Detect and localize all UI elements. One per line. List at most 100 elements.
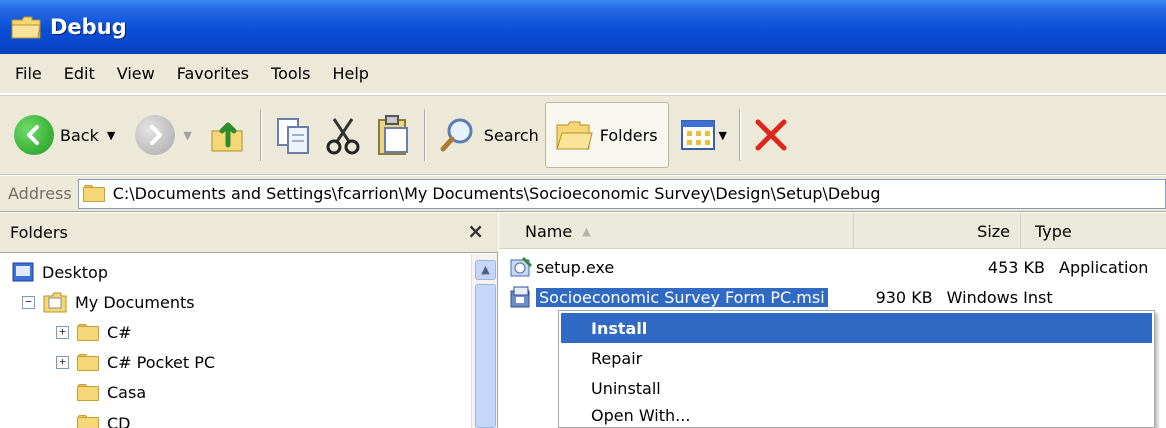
menu-view[interactable]: View: [106, 64, 166, 83]
context-menu-label: Install: [591, 318, 648, 338]
scroll-up-arrow-icon[interactable]: ▲: [475, 260, 496, 280]
paste-button[interactable]: [368, 103, 418, 167]
forward-button[interactable]: ▼: [121, 103, 197, 167]
context-menu-open-with[interactable]: Open With...: [561, 403, 1152, 427]
collapse-icon[interactable]: −: [22, 295, 35, 309]
tree-item-desktop[interactable]: Desktop: [12, 257, 108, 287]
folder-icon: [77, 353, 99, 371]
folders-pane: Folders × Desktop − My Documents + C# + …: [0, 213, 498, 428]
sort-ascending-icon: ▲: [582, 224, 591, 238]
file-size: 930 KB: [875, 287, 933, 307]
menu-file[interactable]: File: [4, 64, 53, 83]
folders-icon: [556, 121, 593, 150]
toolbar: Back ▼ ▼ Search Folders ▼: [0, 95, 1166, 175]
folder-icon: [77, 383, 99, 401]
tree-item-csharp-pocket-pc[interactable]: + C# Pocket PC: [56, 347, 215, 377]
cut-button[interactable]: [318, 103, 368, 167]
file-list-header: Name ▲ Size Type: [499, 213, 1166, 249]
folder-icon: [10, 14, 42, 40]
toolbar-separator: [423, 109, 426, 161]
window-title: Debug: [50, 15, 127, 39]
search-button[interactable]: Search: [432, 103, 545, 167]
back-arrow-icon: [14, 115, 54, 155]
file-type: Windows Inst: [946, 287, 1053, 307]
menu-favorites[interactable]: Favorites: [166, 64, 260, 83]
file-row-setup-exe[interactable]: setup.exe 453 KB Application: [509, 253, 1166, 281]
expand-icon[interactable]: +: [56, 355, 69, 369]
delete-button[interactable]: [747, 103, 795, 167]
tree-item-cd[interactable]: CD: [77, 407, 131, 428]
context-menu-label: Open With...: [591, 405, 691, 425]
column-header-type[interactable]: Type: [1021, 213, 1166, 249]
copy-icon: [276, 118, 309, 154]
expand-icon[interactable]: +: [56, 325, 69, 339]
desktop-icon: [12, 262, 34, 282]
forward-dropdown-icon[interactable]: ▼: [183, 129, 191, 142]
menu-bar: File Edit View Favorites Tools Help: [0, 54, 1166, 94]
scrollbar-thumb[interactable]: [475, 284, 496, 428]
forward-arrow-icon: [135, 115, 176, 155]
tree-item-label: Desktop: [42, 262, 108, 282]
clipboard-icon: [377, 115, 408, 155]
column-header-name[interactable]: Name ▲: [499, 213, 854, 249]
copy-to-button[interactable]: [268, 103, 318, 167]
tree-item-my-documents[interactable]: − My Documents: [22, 287, 195, 317]
column-size-label: Size: [977, 221, 1010, 241]
delete-x-icon: [755, 119, 787, 151]
msi-package-icon: [510, 286, 530, 308]
back-dropdown-icon[interactable]: ▼: [107, 129, 115, 142]
file-type: Application: [1059, 257, 1149, 277]
folders-label: Folders: [599, 125, 658, 145]
file-row-msi[interactable]: Socioeconomic Survey Form PC.msi 930 KB …: [509, 283, 1166, 311]
toolbar-separator: [739, 109, 741, 161]
tree-item-casa[interactable]: Casa: [77, 377, 146, 407]
tree-scrollbar[interactable]: ▲: [471, 254, 497, 428]
address-input[interactable]: C:\Documents and Settings\fcarrion\My Do…: [77, 178, 1166, 209]
folders-pane-title: Folders: [10, 223, 68, 242]
address-label: Address: [8, 184, 72, 203]
close-icon[interactable]: ×: [467, 219, 484, 243]
menu-help[interactable]: Help: [321, 64, 379, 83]
context-menu-uninstall[interactable]: Uninstall: [561, 373, 1152, 403]
tree-item-label: C# Pocket PC: [107, 352, 216, 372]
tree-item-label: My Documents: [75, 292, 195, 312]
file-size: 453 KB: [987, 257, 1045, 277]
back-button[interactable]: Back ▼: [8, 103, 121, 167]
menu-edit[interactable]: Edit: [53, 64, 106, 83]
toolbar-separator: [259, 109, 262, 161]
file-name: setup.exe: [536, 257, 615, 277]
views-button[interactable]: ▼: [669, 103, 733, 167]
folder-icon: [82, 185, 105, 202]
column-name-label: Name: [525, 221, 573, 241]
context-menu-label: Repair: [591, 348, 643, 368]
search-icon: [440, 118, 473, 152]
setup-icon: [510, 256, 533, 277]
documents-folder-icon: [43, 292, 67, 313]
tree-item-label: C#: [107, 322, 132, 342]
scissors-icon: [326, 118, 360, 155]
tree-item-csharp[interactable]: + C#: [56, 317, 132, 347]
up-folder-icon: [211, 122, 243, 152]
title-bar[interactable]: Debug: [0, 0, 1166, 54]
file-name: Socioeconomic Survey Form PC.msi: [536, 287, 828, 307]
back-label: Back: [60, 125, 99, 145]
views-grid-icon: [680, 120, 715, 150]
context-menu-install[interactable]: Install: [561, 313, 1152, 343]
context-menu-repair[interactable]: Repair: [561, 343, 1152, 373]
folders-pane-header: Folders ×: [0, 213, 498, 253]
address-bar: Address C:\Documents and Settings\fcarri…: [0, 176, 1166, 212]
context-menu-label: Uninstall: [591, 378, 661, 398]
up-folder-button[interactable]: [198, 103, 254, 167]
column-header-size[interactable]: Size: [854, 213, 1021, 249]
menu-tools[interactable]: Tools: [260, 64, 321, 83]
folder-icon: [77, 323, 99, 341]
tree-item-label: CD: [107, 414, 131, 428]
views-dropdown-icon[interactable]: ▼: [719, 129, 727, 142]
context-menu: Install Repair Uninstall Open With...: [558, 310, 1155, 428]
tree-item-label: Casa: [107, 382, 147, 402]
folders-button[interactable]: Folders: [544, 102, 669, 168]
column-type-label: Type: [1035, 221, 1072, 241]
address-path: C:\Documents and Settings\fcarrion\My Do…: [112, 184, 881, 203]
folder-icon: [77, 415, 99, 428]
search-label: Search: [483, 125, 539, 145]
